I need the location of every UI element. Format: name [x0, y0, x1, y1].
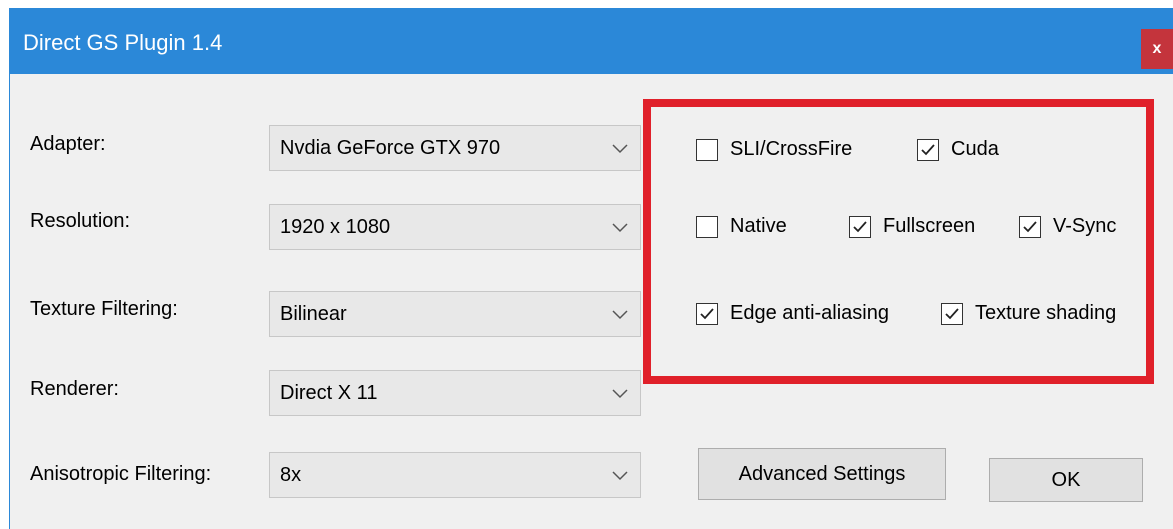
renderer-select[interactable]: Direct X 11	[269, 370, 641, 416]
adapter-select[interactable]: Nvdia GeForce GTX 970	[269, 125, 641, 171]
resolution-select[interactable]: 1920 x 1080	[269, 204, 641, 250]
native-label: Native	[730, 215, 787, 237]
adapter-value: Nvdia GeForce GTX 970	[280, 137, 501, 159]
edge-anti-aliasing-label: Edge anti-aliasing	[730, 302, 889, 324]
native-checkbox[interactable]: Native	[696, 215, 787, 238]
renderer-value: Direct X 11	[280, 382, 378, 404]
checkbox-box	[849, 215, 871, 238]
texture-filtering-value: Bilinear	[280, 303, 347, 325]
chevron-down-icon	[612, 389, 628, 399]
checkbox-box	[917, 138, 939, 161]
checkbox-box	[696, 215, 718, 238]
chevron-down-icon	[612, 144, 628, 154]
v-sync-label: V-Sync	[1053, 215, 1117, 237]
checkmark-icon	[1023, 220, 1037, 232]
texture-filtering-select[interactable]: Bilinear	[269, 291, 641, 337]
checkbox-box	[1019, 215, 1041, 238]
checkbox-box	[696, 138, 718, 161]
resolution-label: Resolution:	[30, 210, 131, 232]
anisotropic-filtering-label: Anisotropic Filtering:	[30, 463, 212, 485]
resolution-value: 1920 x 1080	[280, 216, 391, 238]
adapter-label: Adapter:	[30, 133, 106, 155]
renderer-label: Renderer:	[30, 378, 119, 400]
checkmark-icon	[853, 220, 867, 232]
anisotropic-filtering-select[interactable]: 8x	[269, 452, 641, 498]
advanced-settings-button[interactable]: Advanced Settings	[698, 448, 946, 500]
ok-button[interactable]: OK	[989, 458, 1143, 502]
checkmark-icon	[700, 307, 714, 319]
checkbox-box	[941, 302, 963, 325]
sli-crossfire-checkbox[interactable]: SLI/CrossFire	[696, 138, 852, 161]
chevron-down-icon	[612, 471, 628, 481]
anisotropic-filtering-value: 8x	[280, 464, 302, 486]
chevron-down-icon	[612, 223, 628, 233]
close-button[interactable]: x	[1141, 29, 1173, 69]
sli-crossfire-label: SLI/CrossFire	[730, 138, 853, 160]
window-title: Direct GS Plugin 1.4	[23, 30, 223, 55]
texture-shading-label: Texture shading	[975, 302, 1117, 324]
cuda-label: Cuda	[951, 138, 999, 160]
texture-filtering-label: Texture Filtering:	[30, 298, 178, 320]
checkmark-icon	[921, 143, 935, 155]
chevron-down-icon	[612, 310, 628, 320]
cuda-checkbox[interactable]: Cuda	[917, 138, 999, 161]
checkbox-box	[696, 302, 718, 325]
edge-anti-aliasing-checkbox[interactable]: Edge anti-aliasing	[696, 302, 889, 325]
fullscreen-checkbox[interactable]: Fullscreen	[849, 215, 975, 238]
plugin-window: Direct GS Plugin 1.4 x Adapter: Resoluti…	[9, 8, 1173, 529]
title-bar[interactable]: Direct GS Plugin 1.4	[10, 8, 1173, 74]
checkmark-icon	[945, 307, 959, 319]
v-sync-checkbox[interactable]: V-Sync	[1019, 215, 1116, 238]
texture-shading-checkbox[interactable]: Texture shading	[941, 302, 1116, 325]
fullscreen-label: Fullscreen	[883, 215, 976, 237]
